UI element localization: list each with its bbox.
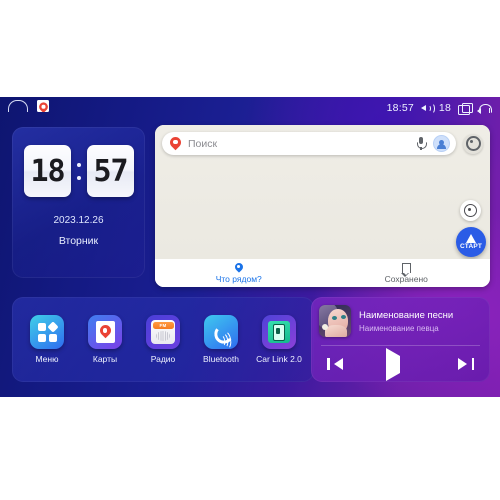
app-bluetooth[interactable]: Bluetooth xyxy=(197,315,245,364)
location-pin-icon xyxy=(233,260,245,273)
clock-hours: 18 xyxy=(30,153,65,189)
volume-level: 18 xyxy=(438,102,451,114)
previous-track-icon[interactable] xyxy=(327,357,343,371)
apps-grid-icon xyxy=(30,315,64,349)
launcher-screen: 18:57 18 18 57 2023.12.26 Вторник Поиск … xyxy=(0,97,500,397)
status-bar: 18:57 18 xyxy=(0,97,500,119)
gear-icon[interactable] xyxy=(463,133,483,154)
recents-icon[interactable] xyxy=(458,103,473,115)
status-bar-right: 18:57 18 xyxy=(387,97,492,119)
clock-date: 2023.12.26 xyxy=(53,215,104,226)
google-maps-icon xyxy=(88,315,122,349)
app-maps[interactable]: Карты xyxy=(81,315,129,364)
bookmark-icon xyxy=(401,262,411,277)
app-bluetooth-label: Bluetooth xyxy=(203,354,239,364)
app-maps-label: Карты xyxy=(92,354,118,364)
my-location-icon[interactable] xyxy=(460,200,481,221)
app-radio[interactable]: FM Радио xyxy=(139,315,187,364)
media-widget[interactable]: Наименование песни Наименование певца xyxy=(311,297,490,382)
clock-minutes-card: 57 xyxy=(87,145,134,197)
car-link-icon xyxy=(262,315,296,349)
maps-widget[interactable]: Поиск Google СТАРТ Что рядом? xyxy=(155,125,490,287)
media-divider xyxy=(321,345,480,346)
speaker-icon[interactable] xyxy=(420,103,436,114)
flip-clock: 18 57 xyxy=(24,145,134,197)
tab-nearby-label: Что рядом? xyxy=(215,273,262,284)
next-track-icon[interactable] xyxy=(458,357,474,371)
status-time: 18:57 xyxy=(386,102,414,114)
track-artist: Наименование певца xyxy=(359,323,439,333)
radio-icon: FM xyxy=(146,315,180,349)
status-bar-left xyxy=(8,100,49,112)
clock-minutes: 57 xyxy=(93,153,128,189)
clock-weekday: Вторник xyxy=(58,235,99,247)
home-icon[interactable] xyxy=(8,100,28,112)
apps-dock: Меню Карты FM Радио Bluetooth Car Link 2… xyxy=(12,297,314,382)
search-input[interactable]: Поиск xyxy=(162,132,456,155)
search-placeholder: Поиск xyxy=(188,137,218,150)
account-avatar-icon[interactable] xyxy=(433,135,450,152)
tab-nearby[interactable]: Что рядом? xyxy=(155,259,323,287)
google-maps-pin-icon xyxy=(167,134,184,151)
app-car-link[interactable]: Car Link 2.0 xyxy=(255,315,303,364)
media-controls xyxy=(319,347,482,381)
app-car-link-label: Car Link 2.0 xyxy=(256,354,302,364)
play-icon[interactable] xyxy=(386,347,415,381)
album-art xyxy=(319,305,351,337)
back-arrow-icon[interactable] xyxy=(477,103,492,114)
tab-saved[interactable]: Сохранено xyxy=(323,259,491,287)
map-search-row: Поиск xyxy=(162,132,483,155)
app-radio-label: Радио xyxy=(150,354,176,364)
map-bottom-tabs: Что рядом? Сохранено xyxy=(155,259,490,287)
bluetooth-phone-icon xyxy=(204,315,238,349)
track-title: Наименование песни xyxy=(359,309,454,321)
radio-band-label: FM xyxy=(152,321,174,329)
microphone-icon[interactable] xyxy=(417,137,427,150)
clock-hours-card: 18 xyxy=(24,145,71,197)
start-navigation-button[interactable]: СТАРТ xyxy=(456,227,486,257)
clock-widget[interactable]: 18 57 2023.12.26 Вторник xyxy=(12,127,145,278)
media-header: Наименование песни Наименование певца xyxy=(319,305,482,337)
google-maps-notification-icon[interactable] xyxy=(37,100,49,112)
app-menu[interactable]: Меню xyxy=(23,315,71,364)
app-menu-label: Меню xyxy=(35,354,59,364)
navigation-arrow-icon xyxy=(466,234,476,243)
clock-colon xyxy=(77,162,81,180)
start-button-label: СТАРТ xyxy=(459,243,482,250)
